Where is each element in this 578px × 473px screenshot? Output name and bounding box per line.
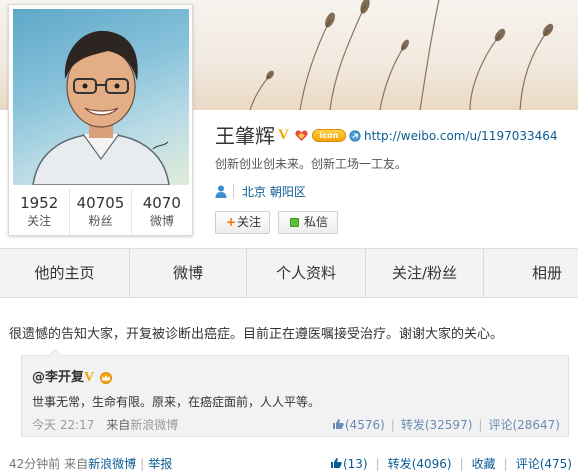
comment-label: 评论 <box>515 457 540 471</box>
stat-following-label: 关注 <box>27 214 52 228</box>
message-button[interactable]: 私信 <box>278 211 338 234</box>
tab-home[interactable]: 他的主页 <box>0 249 130 297</box>
profile-bio: 创新创业创未来。创新工场一工友。 <box>215 157 408 171</box>
repost-label: 转发 <box>387 457 412 471</box>
tab-follows-fans[interactable]: 关注/粉丝 <box>366 249 484 297</box>
link-icon <box>349 130 361 142</box>
stat-followers-value: 40705 <box>76 194 125 212</box>
tab-weibo[interactable]: 微博 <box>130 249 247 297</box>
tab-profile-info[interactable]: 个人资料 <box>247 249 366 297</box>
original-post-meta: 今天 22:17 来自新浪微博 <box>32 418 178 432</box>
follow-button-label: 关注 <box>237 215 262 229</box>
thumb-up-icon <box>330 458 342 468</box>
divider: | <box>375 457 380 471</box>
profile-name: 王肇辉 <box>215 124 275 148</box>
profile-stats: 1952 关注 40705 粉丝 4070 微博 <box>9 189 192 235</box>
repost-count: (4096) <box>411 457 452 471</box>
profile-location[interactable]: 北京 朝阳区 <box>242 185 306 199</box>
message-icon <box>290 218 299 227</box>
original-post-text: 世事无常，生命有限。原来，在癌症面前，人人平等。 <box>32 395 321 409</box>
comment-count: (475) <box>539 457 572 471</box>
stat-followers[interactable]: 40705 粉丝 <box>70 189 132 235</box>
post-time[interactable]: 42分钟前 <box>9 457 60 471</box>
original-comment-count: (28647) <box>512 418 560 432</box>
follow-button[interactable]: + 关注 <box>215 211 270 234</box>
divider: | <box>459 457 464 471</box>
favorite-button[interactable]: 收藏 <box>472 457 496 471</box>
like-count: (13) <box>342 457 368 471</box>
post-text: 很遗憾的告知大家，开复被诊断出癌症。目前正在遵医嘱接受治疗。谢谢大家的关心。 <box>9 327 504 342</box>
original-verified-v-icon[interactable]: V <box>84 371 94 385</box>
original-post-actions: (4576) | 转发(32597) | 评论(28647) <box>332 418 560 432</box>
original-post-time[interactable]: 今天 22:17 <box>32 418 94 432</box>
original-from-label: 来自 <box>106 418 131 432</box>
stat-posts-value: 4070 <box>142 194 181 212</box>
original-comment-label: 评论 <box>488 418 513 432</box>
profile-tabbar: 他的主页 微博 个人资料 关注/粉丝 相册 <box>0 248 578 298</box>
reposted-weibo: @李开复 V 世事无常，生命有限。原来，在癌症面前，人人平等。 今天 22:17… <box>21 349 569 437</box>
original-repost-label: 转发 <box>400 418 425 432</box>
like-button[interactable]: (13) <box>330 457 368 471</box>
avatar-card: 1952 关注 40705 粉丝 4070 微博 <box>8 4 193 236</box>
plus-icon: + <box>226 215 237 229</box>
avatar[interactable] <box>13 9 189 185</box>
original-repost-count: (32597) <box>424 418 473 432</box>
stat-posts[interactable]: 4070 微博 <box>132 189 192 235</box>
stat-followers-label: 粉丝 <box>88 214 113 228</box>
person-icon <box>215 185 227 198</box>
verified-v-icon[interactable]: V <box>278 128 294 143</box>
stat-posts-label: 微博 <box>149 214 174 228</box>
divider: | <box>390 418 395 432</box>
avatar-portrait-illustration <box>32 30 170 185</box>
weibo-profile-page: 1952 关注 40705 粉丝 4070 微博 王肇辉 V icon http… <box>0 0 578 473</box>
report-link[interactable]: 举报 <box>148 457 172 471</box>
comment-button[interactable]: 评论(475) <box>516 457 572 471</box>
message-button-label: 私信 <box>304 215 329 229</box>
post-actions: (13) | 转发(4096) | 收藏 | 评论(475) <box>330 457 572 471</box>
stat-following[interactable]: 1952 关注 <box>9 189 71 235</box>
thumb-up-icon <box>332 419 344 429</box>
original-like-count: (4576) <box>344 418 385 432</box>
original-comment-button[interactable]: 评论(28647) <box>488 418 560 432</box>
member-badge[interactable]: icon <box>312 129 346 142</box>
divider: | <box>140 457 145 471</box>
post-source-link[interactable]: 新浪微博 <box>88 457 136 471</box>
post-from-label: 来自 <box>64 457 89 471</box>
divider: | <box>478 418 483 432</box>
heart-badge-icon[interactable] <box>295 129 308 142</box>
divider: | <box>503 457 508 471</box>
original-source-link[interactable]: 新浪微博 <box>130 418 178 432</box>
original-like-button[interactable]: (4576) <box>332 418 385 432</box>
repost-button[interactable]: 转发(4096) <box>388 457 452 471</box>
profile-url-link[interactable]: http://weibo.com/u/1197033464 <box>364 129 558 143</box>
original-repost-button[interactable]: 转发(32597) <box>401 418 473 432</box>
post-meta: 42分钟前 来自新浪微博 | 举报 <box>9 457 172 471</box>
crown-icon[interactable] <box>99 372 113 384</box>
original-author-link[interactable]: @李开复 <box>32 370 84 386</box>
tab-album[interactable]: 相册 <box>484 249 578 297</box>
stat-following-value: 1952 <box>20 194 59 212</box>
location-divider <box>233 184 234 198</box>
